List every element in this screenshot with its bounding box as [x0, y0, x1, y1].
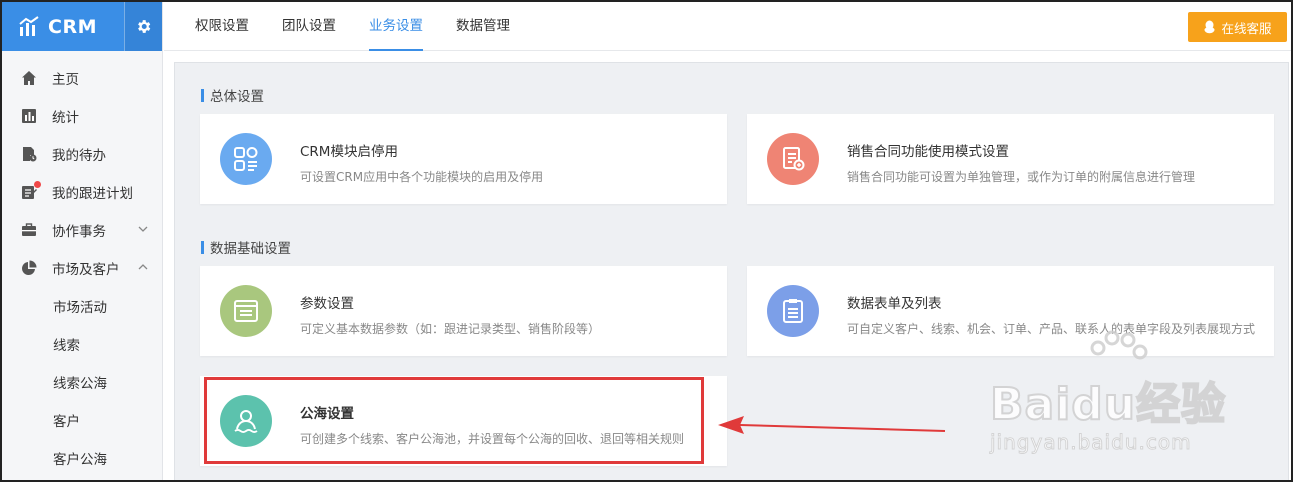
parameters-icon-circle	[220, 285, 272, 337]
crm-logo-icon	[19, 15, 39, 36]
sidebar-subitem-customers[interactable]: 客户	[2, 401, 162, 439]
top-tab-bar: 权限设置 团队设置 业务设置 数据管理 在线客服	[164, 2, 1291, 51]
card-title: 公海设置	[300, 406, 354, 422]
card-title: CRM模块启停用	[300, 144, 398, 160]
card-description: 销售合同功能可设置为单独管理，或作为订单的附属信息进行管理	[847, 170, 1196, 184]
sidebar-item-todo[interactable]: 我的待办	[2, 135, 162, 173]
modules-icon-circle	[220, 133, 272, 185]
section-accent-bar	[201, 240, 204, 254]
sidebar-item-home[interactable]: 主页	[2, 59, 162, 97]
sidebar: CRM 主页 统计 我的待办 我的跟进计划 协作事务 市场及客户 市场活动 线索…	[2, 2, 163, 480]
chevron-down-icon	[138, 226, 148, 232]
sidebar-subitem-campaign[interactable]: 市场活动	[2, 287, 162, 325]
sidebar-subitem-customer-pool[interactable]: 客户公海	[2, 439, 162, 477]
sidebar-item-collab[interactable]: 协作事务	[2, 211, 162, 249]
online-service-button[interactable]: 在线客服	[1188, 12, 1287, 42]
card-title: 参数设置	[300, 296, 354, 312]
contract-icon-circle	[767, 133, 819, 185]
tab-team[interactable]: 团队设置	[282, 2, 336, 51]
modules-grid-icon	[234, 147, 258, 171]
sidebar-item-label: 我的跟进计划	[52, 186, 133, 202]
qq-penguin-icon	[1204, 20, 1215, 34]
settings-tabs: 权限设置 团队设置 业务设置 数据管理	[164, 2, 1291, 51]
section-title-text: 数据基础设置	[210, 241, 291, 257]
sidebar-subitem-label: 客户	[53, 414, 80, 430]
settings-button[interactable]	[124, 2, 162, 51]
forms-icon-circle	[767, 285, 819, 337]
online-service-label: 在线客服	[1221, 20, 1272, 36]
section-title-data-basics: 数据基础设置	[201, 237, 291, 257]
sidebar-subitem-label: 客户公海	[53, 452, 107, 468]
clipboard-list-icon	[783, 299, 803, 323]
tab-business[interactable]: 业务设置	[369, 2, 423, 51]
window-form-icon	[234, 300, 258, 322]
tab-data-management[interactable]: 数据管理	[456, 2, 510, 51]
notification-dot	[34, 181, 41, 188]
brand-name: CRM	[48, 15, 97, 38]
tab-permissions[interactable]: 权限设置	[195, 2, 249, 51]
sidebar-item-followup[interactable]: 我的跟进计划	[2, 173, 162, 211]
card-description: 可自定义客户、线索、机会、订单、产品、联系人的表单字段及列表展现方式	[847, 322, 1256, 336]
sidebar-subitem-lead-pool[interactable]: 线索公海	[2, 363, 162, 401]
person-wave-icon	[234, 410, 258, 434]
sidebar-nav: 主页 统计 我的待办 我的跟进计划 协作事务 市场及客户 市场活动 线索 线索公…	[2, 51, 162, 477]
card-parameter-settings[interactable]: 参数设置 可定义基本数据参数（如：跟进记录类型、销售阶段等）	[200, 266, 727, 356]
sidebar-item-label: 市场及客户	[52, 262, 120, 278]
card-sales-contract-mode[interactable]: 销售合同功能使用模式设置 销售合同功能可设置为单独管理，或作为订单的附属信息进行…	[747, 114, 1274, 204]
sidebar-item-stats[interactable]: 统计	[2, 97, 162, 135]
watermark-sub-text: jingyan.baidu.com	[989, 430, 1192, 455]
chevron-up-icon	[138, 264, 148, 270]
sidebar-item-label: 主页	[52, 72, 79, 88]
card-description: 可定义基本数据参数（如：跟进记录类型、销售阶段等）	[300, 322, 601, 336]
bar-chart-icon	[21, 108, 37, 124]
sidebar-subitem-label: 市场活动	[53, 300, 107, 316]
card-description: 可设置CRM应用中各个功能模块的启用及停用	[300, 170, 544, 184]
sidebar-subitem-leads[interactable]: 线索	[2, 325, 162, 363]
document-clock-icon	[21, 146, 37, 162]
contract-document-icon	[783, 147, 805, 171]
baidu-paw-icon	[1090, 330, 1148, 360]
card-description: 可创建多个线索、客户公海池，并设置每个公海的回收、退回等相关规则	[300, 432, 685, 446]
card-crm-modules[interactable]: CRM模块启停用 可设置CRM应用中各个功能模块的启用及停用	[200, 114, 727, 204]
gear-icon	[138, 20, 151, 33]
sidebar-item-label: 统计	[52, 110, 79, 126]
sidebar-subitem-label: 线索	[53, 338, 80, 354]
card-title: 数据表单及列表	[847, 296, 942, 312]
pie-chart-icon	[21, 260, 37, 276]
pool-icon-circle	[220, 395, 272, 447]
section-title-general: 总体设置	[201, 85, 264, 105]
sidebar-item-label: 协作事务	[52, 224, 106, 240]
sidebar-item-label: 我的待办	[52, 148, 106, 164]
sidebar-item-market[interactable]: 市场及客户	[2, 249, 162, 287]
arrow-left-icon	[718, 416, 946, 434]
briefcase-icon	[21, 222, 37, 238]
sidebar-subitem-label: 线索公海	[53, 376, 107, 392]
home-icon	[21, 70, 37, 86]
watermark: Baidu经验 jingyan.baidu.com	[989, 330, 1226, 455]
card-public-pool-settings[interactable]: 公海设置 可创建多个线索、客户公海池，并设置每个公海的回收、退回等相关规则	[200, 376, 727, 466]
brand-header: CRM	[2, 2, 162, 51]
section-title-text: 总体设置	[210, 89, 264, 105]
card-title: 销售合同功能使用模式设置	[847, 144, 1009, 160]
section-accent-bar	[201, 88, 204, 102]
